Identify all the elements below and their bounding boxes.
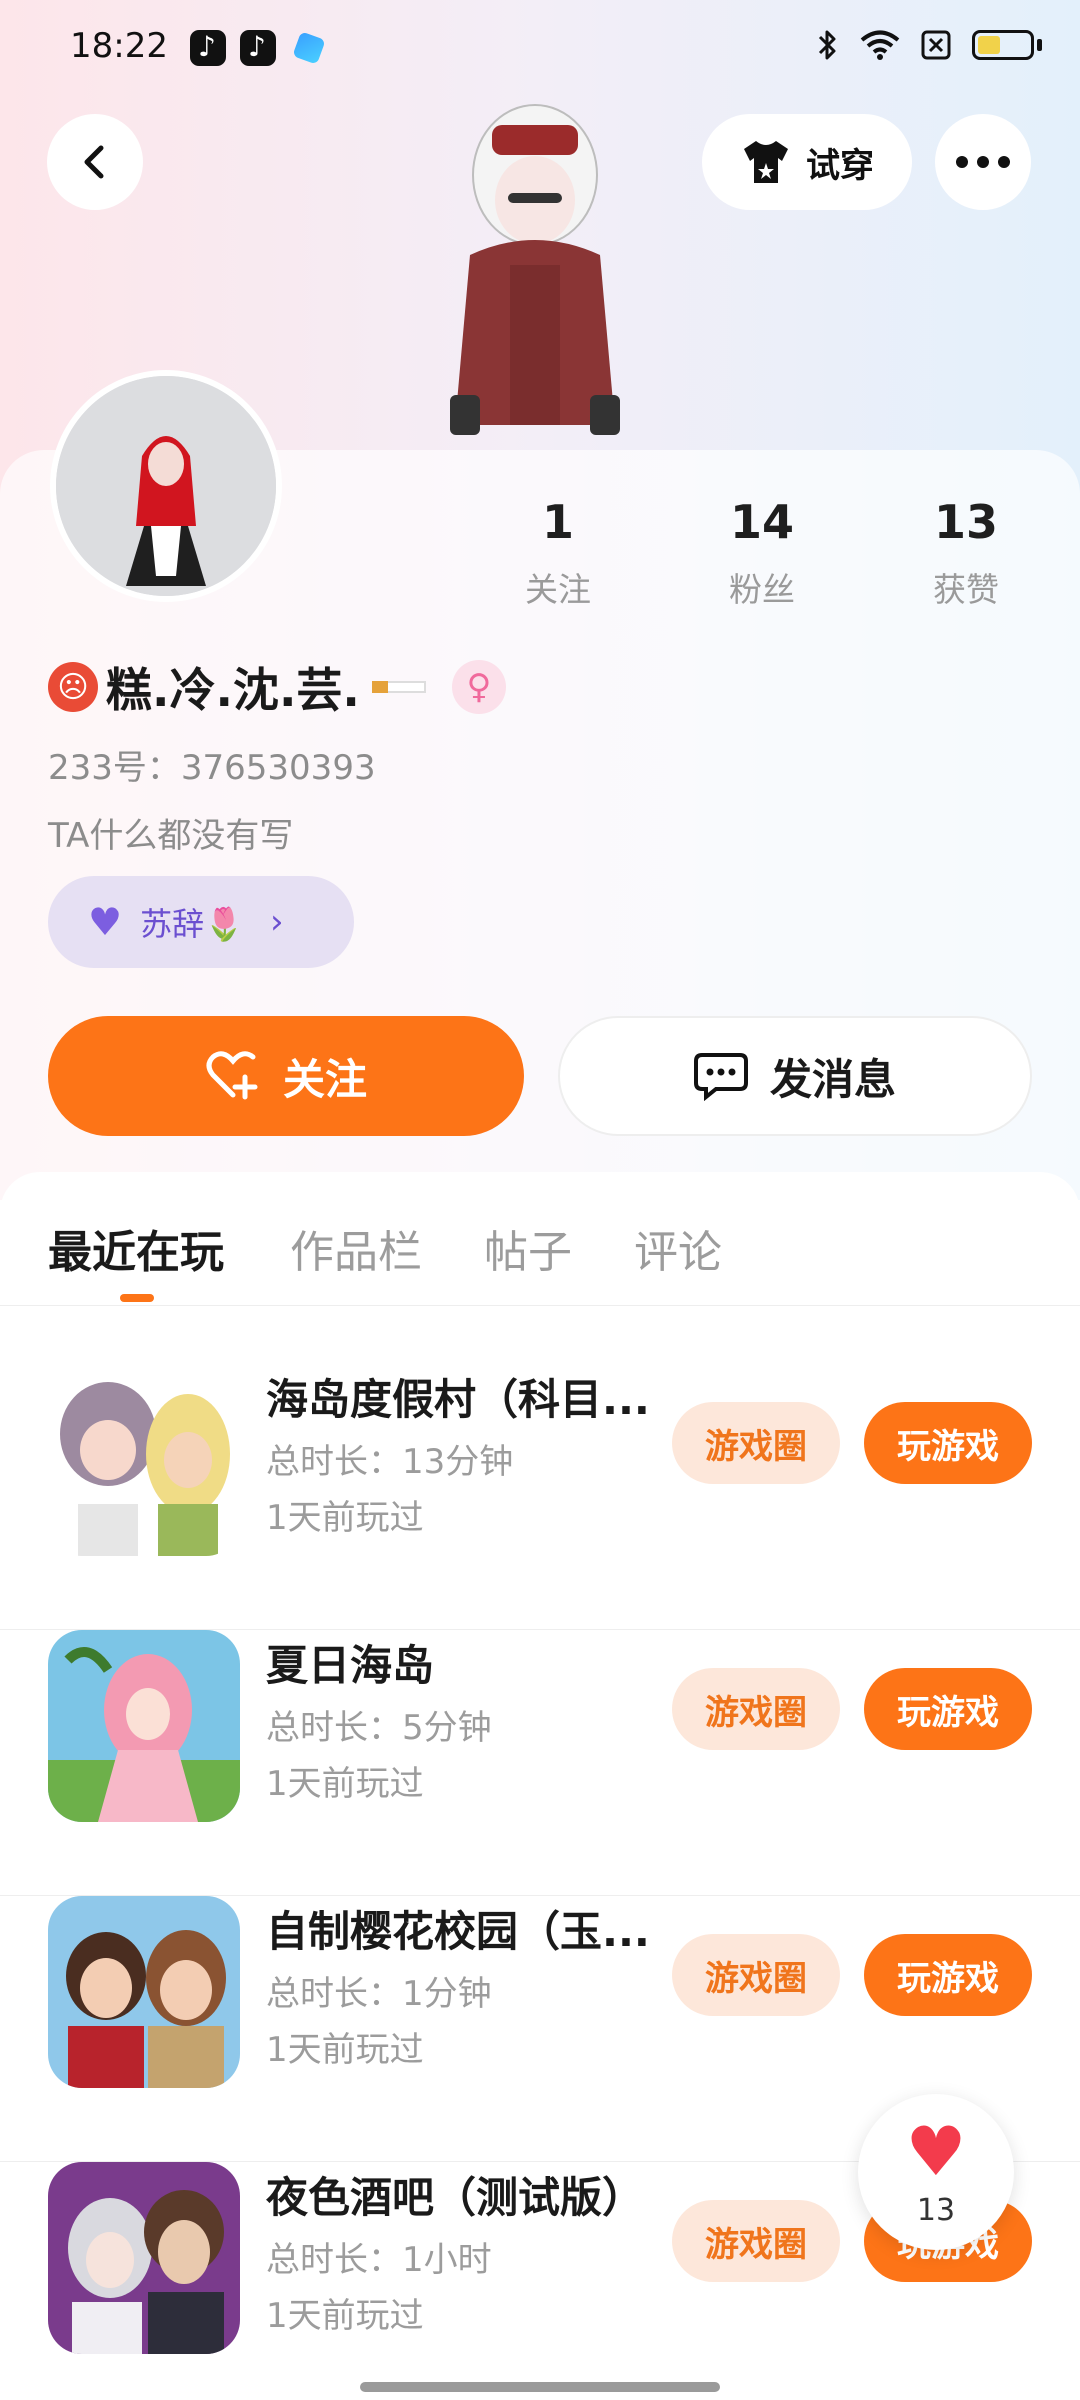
battery-tip — [1037, 39, 1042, 51]
list-item[interactable]: 夏日海岛 总时长：5分钟 1天前玩过 游戏圈 玩游戏 — [0, 1630, 1080, 1896]
guild-name: 苏辞🌷 — [140, 905, 244, 943]
game-play-duration: 总时长：13分钟 — [266, 1442, 514, 1482]
game-title: 夏日海岛 — [266, 1641, 435, 1690]
play-game-button[interactable]: 玩游戏 — [864, 1668, 1032, 1750]
following-count: 1 — [541, 495, 574, 549]
play-game-button[interactable]: 玩游戏 — [864, 1402, 1032, 1484]
battery-icon — [972, 30, 1034, 60]
app-notification-icon — [292, 31, 326, 65]
status-indicators — [816, 28, 1042, 62]
user-bio: TA什么都没有写 — [48, 816, 294, 856]
avatar[interactable] — [50, 370, 282, 602]
wifi-icon — [860, 30, 900, 60]
try-on-label: 试穿 — [806, 145, 874, 186]
like-count: 13 — [916, 2192, 956, 2228]
following-label: 关注 — [525, 570, 591, 609]
sim-icon — [921, 30, 951, 60]
more-dots-icon — [956, 156, 1010, 168]
followers-count: 14 — [729, 495, 794, 549]
game-last-played: 1天前玩过 — [266, 2296, 424, 2336]
stat-following[interactable]: 1 关注 — [488, 495, 628, 611]
cigarette-icon — [371, 681, 426, 693]
heart-plus-icon — [206, 1051, 258, 1100]
follow-button[interactable]: 关注 — [48, 1016, 524, 1136]
tiktok-lite-icon — [190, 30, 226, 66]
try-on-button[interactable]: 试穿 — [702, 114, 912, 210]
angry-face-icon: ☹ — [48, 662, 98, 712]
likes-count: 13 — [933, 495, 998, 549]
heart-icon: ♥ — [905, 2112, 967, 2192]
tab-indicator — [120, 1294, 154, 1302]
game-circle-button[interactable]: 游戏圈 — [672, 1934, 840, 2016]
back-button[interactable] — [47, 114, 143, 210]
game-thumbnail — [48, 1364, 240, 1556]
game-last-played: 1天前玩过 — [266, 2030, 424, 2070]
user-id: 233号：376530393 — [48, 748, 376, 788]
game-play-duration: 总时长：1小时 — [266, 2240, 492, 2280]
follow-label: 关注 — [282, 1054, 367, 1104]
avatar-image — [56, 376, 276, 596]
play-game-button[interactable]: 玩游戏 — [864, 1934, 1032, 2016]
list-item[interactable]: 海岛度假村（科目... 总时长：13分钟 1天前玩过 游戏圈 玩游戏 — [0, 1364, 1080, 1630]
stat-followers[interactable]: 14 粉丝 — [692, 495, 832, 611]
tab-posts[interactable]: 帖子 — [484, 1216, 572, 1280]
profile-tabs: 最近在玩 作品栏 帖子 评论 — [0, 1172, 1080, 1306]
game-circle-button[interactable]: 游戏圈 — [672, 2200, 840, 2282]
game-thumbnail — [48, 2162, 240, 2354]
status-time: 18:22 — [70, 26, 168, 66]
guild-tag[interactable]: ♥ 苏辞🌷 › — [48, 876, 354, 968]
game-thumbnail — [48, 1896, 240, 2088]
game-title: 自制樱花校园（玉... — [266, 1907, 646, 1956]
home-indicator[interactable] — [360, 2382, 720, 2392]
more-options-button[interactable] — [935, 114, 1031, 210]
tab-works[interactable]: 作品栏 — [290, 1216, 422, 1280]
game-circle-button[interactable]: 游戏圈 — [672, 1668, 840, 1750]
like-floating-button[interactable]: ♥ 13 — [858, 2094, 1014, 2250]
tshirt-icon — [744, 141, 788, 183]
nickname-row: ☹ 糕.冷.沈.芸. ♀ — [48, 654, 506, 720]
nickname: 糕.冷.沈.芸. — [106, 663, 360, 717]
game-title: 海岛度假村（科目... — [266, 1375, 646, 1424]
status-bar: 18:22 — [0, 0, 1080, 96]
game-play-duration: 总时长：5分钟 — [266, 1708, 492, 1748]
likes-label: 获赞 — [933, 570, 999, 609]
character-avatar-figure — [430, 95, 640, 455]
tiktok-icon — [240, 30, 276, 66]
send-message-label: 发消息 — [769, 1054, 896, 1104]
game-last-played: 1天前玩过 — [266, 1764, 424, 1804]
bluetooth-icon — [818, 30, 836, 60]
game-thumbnail — [48, 1630, 240, 1822]
send-message-button[interactable]: 发消息 — [558, 1016, 1032, 1136]
game-play-duration: 总时长：1分钟 — [266, 1974, 492, 2014]
stat-likes[interactable]: 13 获赞 — [896, 495, 1036, 611]
game-last-played: 1天前玩过 — [266, 1498, 424, 1538]
chat-bubble-icon — [693, 1053, 748, 1101]
double-heart-icon: ♥ — [88, 900, 123, 944]
chevron-right-icon: › — [269, 902, 284, 942]
game-circle-button[interactable]: 游戏圈 — [672, 1402, 840, 1484]
tab-comments[interactable]: 评论 — [634, 1216, 722, 1280]
game-title: 夜色酒吧（测试版） — [266, 2173, 645, 2222]
followers-label: 粉丝 — [729, 570, 795, 609]
female-gender-icon: ♀ — [451, 660, 506, 714]
tab-recently-played[interactable]: 最近在玩 — [48, 1216, 224, 1280]
back-arrow-icon — [84, 145, 104, 179]
